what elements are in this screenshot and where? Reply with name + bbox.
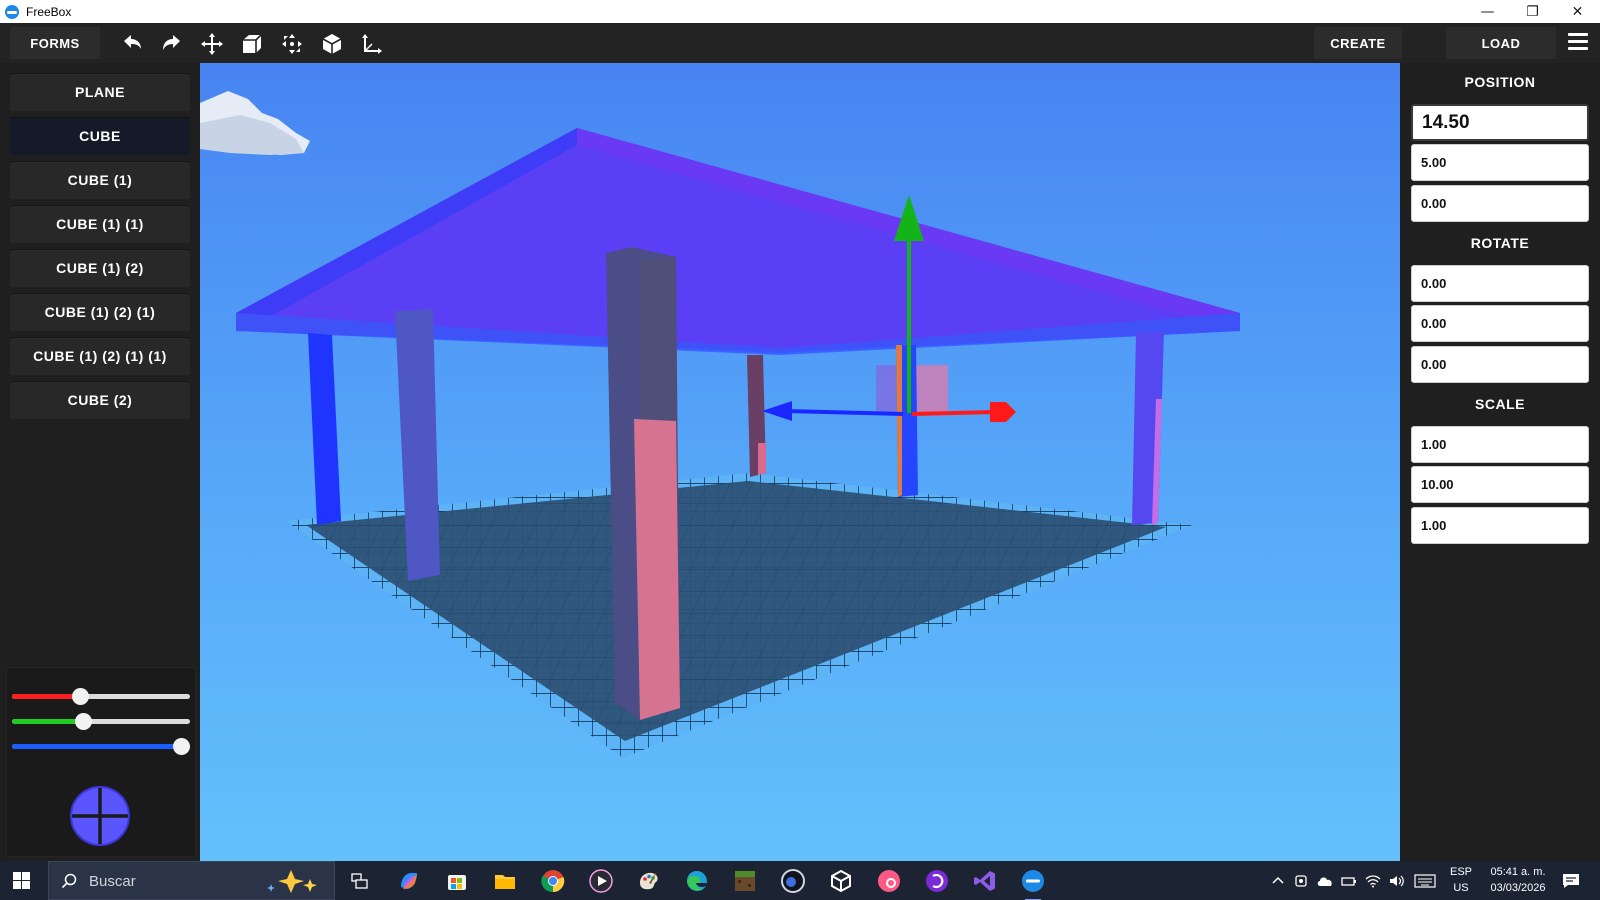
window-title: FreeBox	[26, 4, 72, 19]
maximize-button[interactable]: ❐	[1510, 0, 1555, 23]
undo-icon[interactable]	[117, 29, 147, 59]
object-item-cube-1-1[interactable]: CUBE (1) (1)	[10, 205, 190, 243]
object-item-plane[interactable]: PLANE	[10, 73, 190, 111]
unity-icon[interactable]	[827, 867, 855, 895]
pillar-back	[747, 355, 766, 477]
windows-taskbar: Buscar ESP US 05:41 a. m. 03/03/2026	[0, 861, 1600, 900]
file-explorer-icon[interactable]	[491, 867, 519, 895]
object-item-cube-1[interactable]: CUBE (1)	[10, 161, 190, 199]
scale-x-input[interactable]	[1411, 426, 1589, 463]
windows-start-icon[interactable]	[13, 872, 30, 889]
blue-slider-knob[interactable]	[173, 738, 190, 755]
gizmo-x-axis[interactable]	[911, 410, 996, 416]
axis-icon[interactable]	[357, 29, 387, 59]
redo-icon[interactable]	[157, 29, 187, 59]
microsoft-store-icon[interactable]	[443, 867, 471, 895]
object-item-cube-1-2-1-1[interactable]: CUBE (1) (2) (1) (1)	[10, 337, 190, 375]
minimize-button[interactable]: —	[1465, 0, 1510, 23]
hierarchy-panel: PLANE CUBE CUBE (1) CUBE (1) (1) CUBE (1…	[0, 63, 200, 861]
app-pink-icon[interactable]	[875, 867, 903, 895]
clock[interactable]: 05:41 a. m. 03/03/2026	[1478, 864, 1558, 896]
load-button[interactable]: LOAD	[1446, 27, 1556, 59]
object-item-cube-1-2[interactable]: CUBE (1) (2)	[10, 249, 190, 287]
taskbar-search[interactable]: Buscar	[48, 861, 335, 900]
visual-studio-icon[interactable]	[971, 867, 999, 895]
object-item-cube[interactable]: CUBE	[10, 117, 190, 155]
scale-y-input[interactable]	[1411, 466, 1589, 503]
green-slider[interactable]	[12, 713, 190, 730]
keyboard-layout: US	[1453, 882, 1469, 894]
red-slider-knob[interactable]	[71, 688, 89, 705]
material-preview-sphere	[70, 786, 130, 846]
copilot-icon[interactable]	[395, 867, 423, 895]
notifications-icon[interactable]	[1557, 867, 1585, 895]
forms-button[interactable]: FORMS	[10, 27, 100, 59]
scale-z-input[interactable]	[1411, 507, 1589, 544]
media-player-icon[interactable]	[587, 867, 615, 895]
search-icon	[61, 873, 77, 889]
scene-viewport[interactable]	[200, 63, 1400, 861]
rotate-x-input[interactable]	[1411, 265, 1589, 302]
title-bar: FreeBox — ❐ ✕	[0, 0, 1600, 23]
task-view-icon[interactable]	[346, 867, 374, 895]
sky-background	[200, 63, 1400, 861]
expand-icon[interactable]	[277, 29, 307, 59]
cinema4d-icon[interactable]	[779, 867, 807, 895]
green-slider-knob[interactable]	[74, 713, 92, 730]
move-icon[interactable]	[197, 29, 227, 59]
position-z-input[interactable]	[1411, 185, 1589, 222]
scale-icon[interactable]	[237, 29, 267, 59]
app-purple-icon[interactable]	[923, 867, 951, 895]
object-item-cube-2[interactable]: CUBE (2)	[10, 381, 190, 419]
freebox-app-icon[interactable]	[1019, 867, 1047, 900]
position-y-input[interactable]	[1411, 144, 1589, 181]
menu-icon[interactable]	[1568, 33, 1588, 51]
keyboard-icon[interactable]	[1411, 867, 1439, 895]
search-placeholder: Buscar	[89, 873, 136, 890]
close-button[interactable]: ✕	[1555, 0, 1600, 23]
language-code: ESP	[1449, 866, 1472, 878]
clock-date: 03/03/2026	[1490, 882, 1546, 894]
clock-time: 05:41 a. m.	[1490, 866, 1546, 878]
cube-icon[interactable]	[317, 29, 347, 59]
volume-icon[interactable]	[1383, 867, 1411, 895]
position-x-input[interactable]	[1411, 104, 1589, 141]
scale-label: SCALE	[1475, 396, 1525, 412]
blue-slider[interactable]	[12, 738, 190, 755]
inspector-panel: POSITION ROTATE SCALE	[1400, 63, 1600, 861]
paint-icon[interactable]	[635, 867, 663, 895]
minecraft-icon[interactable]	[731, 867, 759, 895]
rotate-label: ROTATE	[1470, 235, 1530, 251]
input-language[interactable]: ESP US	[1444, 864, 1478, 896]
rotate-y-input[interactable]	[1411, 305, 1589, 342]
window-controls: — ❐ ✕	[1465, 0, 1600, 23]
freebox-logo-icon	[5, 4, 19, 19]
pillar-front	[606, 247, 680, 720]
create-button[interactable]: CREATE	[1314, 27, 1402, 59]
red-slider[interactable]	[12, 688, 190, 705]
chrome-icon[interactable]	[539, 867, 567, 895]
object-item-cube-1-2-1[interactable]: CUBE (1) (2) (1)	[10, 293, 190, 331]
toolbar: FORMS CREATE LOAD	[0, 23, 1600, 63]
edge-icon[interactable]	[683, 867, 711, 895]
copilot-sparkle-icon	[267, 870, 317, 893]
color-picker-panel	[6, 667, 196, 857]
position-label: POSITION	[1464, 74, 1536, 90]
rotate-z-input[interactable]	[1411, 346, 1589, 383]
